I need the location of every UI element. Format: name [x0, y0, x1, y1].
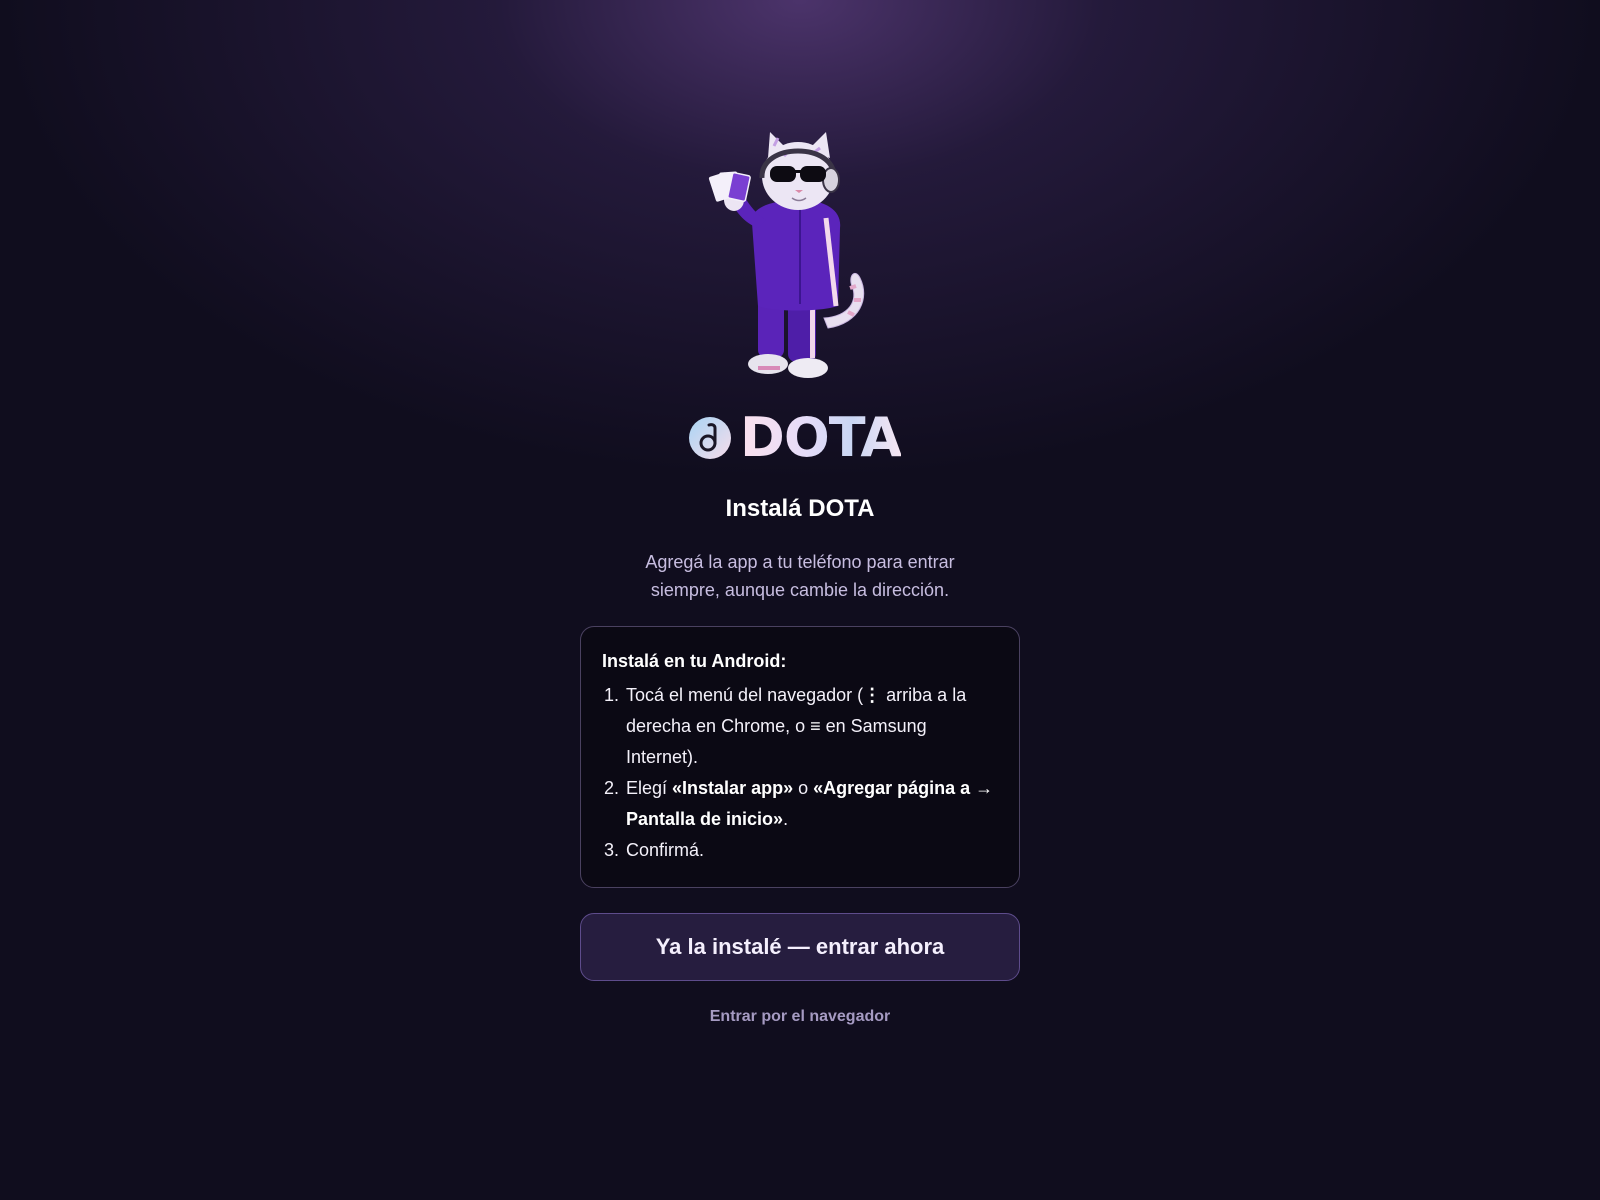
brand-wordmark: DOTA — [740, 406, 902, 469]
instructions-steps: Tocá el menú del navegador (⋮ arriba a l… — [602, 680, 999, 866]
d-circle-icon — [689, 417, 731, 459]
instructions-title: Instalá en tu Android: — [602, 651, 787, 671]
step-item: Tocá el menú del navegador (⋮ arriba a l… — [624, 680, 999, 773]
kebab-menu-icon: ⋮ — [863, 685, 882, 705]
brand-logo: DOTA — [688, 410, 928, 466]
installed-enter-button[interactable]: Ya la instalé — entrar ahora — [580, 913, 1020, 981]
page-subtitle: Agregá la app a tu teléfono para entrar … — [645, 552, 955, 600]
install-page: DOTA Instalá DOTA Agregá la app a tu tel… — [0, 0, 1600, 1200]
step-item: Elegí «Instalar app» o «Agregar página a… — [624, 773, 999, 835]
step-item: Confirmá. — [624, 835, 999, 866]
install-instructions-card: Instalá en tu Android: Tocá el menú del … — [580, 626, 1020, 888]
cat-mascot-image — [708, 132, 865, 378]
hamburger-menu-icon: ≡ — [810, 716, 821, 736]
page-title: Instalá DOTA — [725, 495, 875, 522]
enter-browser-link[interactable]: Entrar por el navegador — [0, 1008, 1600, 1026]
